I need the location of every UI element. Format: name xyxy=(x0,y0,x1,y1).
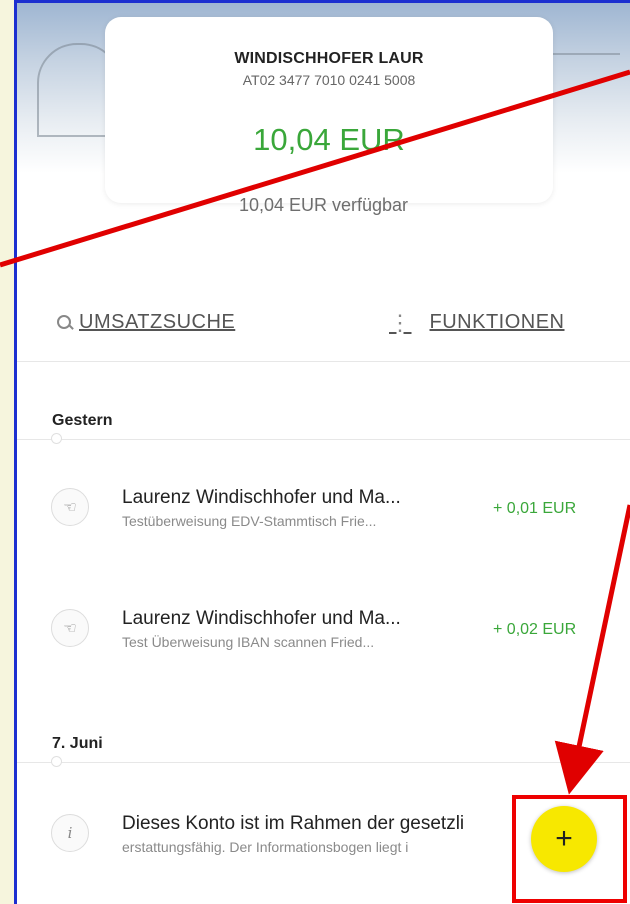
transaction-row[interactable]: ☜ Laurenz Windischhofer und Ma... Testüb… xyxy=(17,455,630,555)
transaction-amount: + 0,01 EUR xyxy=(493,500,577,517)
section-label: 7. Juni xyxy=(52,735,103,752)
stadium-structure-right xyxy=(548,53,620,145)
info-title: Dieses Konto ist im Rahmen der gesetzli xyxy=(122,813,465,834)
timeline-dot xyxy=(51,756,62,767)
section-header: Gestern xyxy=(17,378,630,444)
functions-label: FUNKTIONEN xyxy=(429,311,565,333)
account-balance: 10,04 EUR xyxy=(253,122,405,157)
account-card[interactable]: WINDISCHHOFER LAUR AT02 3477 7010 0241 5… xyxy=(105,17,553,203)
section-header: 7. Juni xyxy=(17,701,630,767)
more-vertical-icon: ⋮ xyxy=(389,309,412,335)
transaction-title: Laurenz Windischhofer und Ma... xyxy=(122,608,401,629)
functions-button[interactable]: ⋮ FUNKTIONEN xyxy=(389,311,565,334)
transaction-subtitle: Testüberweisung EDV-Stammtisch Frie... xyxy=(122,513,377,529)
transaction-title: Laurenz Windischhofer und Ma... xyxy=(122,487,401,508)
action-bar: UMSATZSUCHE ⋮ FUNKTIONEN xyxy=(17,303,630,362)
transaction-row[interactable]: ☜ Laurenz Windischhofer und Ma... Test Ü… xyxy=(17,576,630,676)
transaction-subtitle: Test Überweisung IBAN scannen Fried... xyxy=(122,634,375,650)
section-label: Gestern xyxy=(52,412,113,429)
account-iban: AT02 3477 7010 0241 5008 xyxy=(242,72,416,88)
app-screen: WINDISCHHOFER LAUR AT02 3477 7010 0241 5… xyxy=(14,0,630,904)
account-name: WINDISCHHOFER LAUR xyxy=(234,50,424,67)
plus-icon: + xyxy=(555,822,573,855)
available-balance: 10,04 EUR verfügbar xyxy=(238,195,409,215)
add-button[interactable]: + xyxy=(531,806,597,872)
timeline-dot xyxy=(51,433,62,444)
transaction-search-button[interactable]: UMSATZSUCHE xyxy=(57,311,235,334)
info-subtitle: erstattungsfähig. Der Informationsbogen … xyxy=(122,839,409,855)
info-icon: i xyxy=(51,814,89,852)
transaction-search-label: UMSATZSUCHE xyxy=(79,311,236,333)
hand-coin-icon: ☜ xyxy=(51,609,89,647)
transaction-amount: + 0,02 EUR xyxy=(493,621,577,638)
hand-coin-icon: ☜ xyxy=(51,488,89,526)
search-icon xyxy=(57,314,73,331)
